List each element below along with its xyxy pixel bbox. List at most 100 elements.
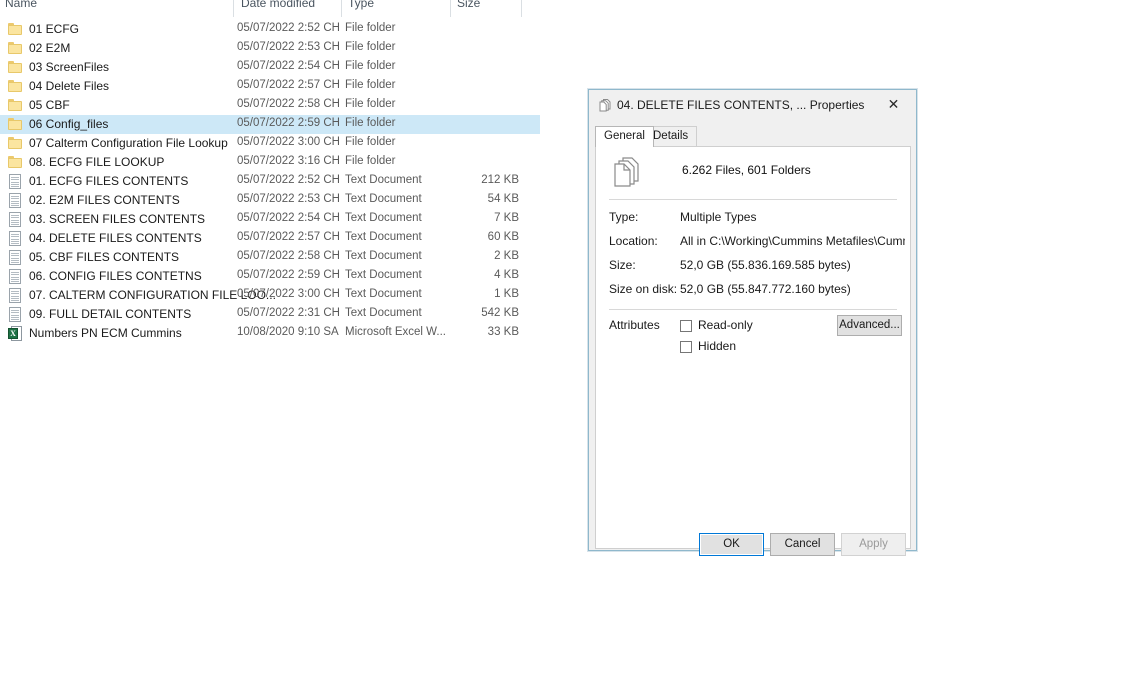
text-document-icon [8,231,24,246]
column-divider[interactable] [450,0,451,17]
file-type: File folder [345,117,396,129]
file-name: 01 ECFG [29,22,80,36]
cancel-button[interactable]: Cancel [770,533,835,556]
file-count-summary: 6.262 Files, 601 Folders [682,163,811,177]
table-row[interactable]: 03. SCREEN FILES CONTENTS 05/07/2022 2:54… [0,210,540,229]
text-document-icon [8,307,24,322]
dialog-tabs: General Details [595,126,911,147]
field-label: Size: [609,258,636,272]
field-label: Type: [609,210,639,224]
file-date-modified: 05/07/2022 2:58 CH [237,98,340,110]
table-row[interactable]: X Numbers PN ECM Cummins 10/08/2020 9:10 S… [0,324,540,343]
column-header-date-modified[interactable]: Date modified [241,0,315,10]
table-row[interactable]: 05. CBF FILES CONTENTS 05/07/2022 2:58 CH… [0,248,540,267]
table-row[interactable]: 02 E2M 05/07/2022 2:53 CH File folder [0,39,540,58]
field-value: All in C:\Working\Cummins Metafiles\Cumm… [680,234,905,248]
file-size: 54 KB [487,193,519,205]
file-date-modified: 05/07/2022 2:59 CH [237,269,340,281]
file-size: 542 KB [481,307,519,319]
table-row[interactable]: 01. ECFG FILES CONTENTS 05/07/2022 2:52 C… [0,172,540,191]
file-name: 08. ECFG FILE LOOKUP [29,155,165,169]
text-document-icon [8,193,24,208]
folder-icon [8,22,24,37]
table-row[interactable]: 07. CALTERM CONFIGURATION FILE LOO... 05/… [0,286,540,305]
table-row[interactable]: 04 Delete Files 05/07/2022 2:57 CH File fo… [0,77,540,96]
column-divider[interactable] [521,0,522,17]
file-name: 02. E2M FILES CONTENTS [29,193,180,207]
checkbox-box[interactable] [680,341,692,353]
table-row[interactable]: 06. CONFIG FILES CONTETNS 05/07/2022 2:59… [0,267,540,286]
column-header-type[interactable]: Type [348,0,374,10]
file-name: 05 CBF [29,98,70,112]
file-date-modified: 05/07/2022 3:16 CH [237,155,340,167]
file-list[interactable]: Name Date modified Type Size 01 ECFG 05/0… [0,0,540,345]
table-row[interactable]: 07 Calterm Configuration File Lookup 05/0… [0,134,540,153]
table-row[interactable]: 02. E2M FILES CONTENTS 05/07/2022 2:53 CH… [0,191,540,210]
field-type: Type: Multiple Types [596,210,912,229]
file-type: File folder [345,98,396,110]
folder-icon [8,79,24,94]
table-row[interactable]: 03 ScreenFiles 05/07/2022 2:54 CH File fol… [0,58,540,77]
file-size: 33 KB [487,326,519,338]
table-row[interactable]: 09. FULL DETAIL CONTENTS 05/07/2022 2:31 … [0,305,540,324]
file-date-modified: 05/07/2022 2:57 CH [237,79,340,91]
field-location: Location: All in C:\Working\Cummins Meta… [596,234,912,253]
tab-general[interactable]: General [595,126,654,147]
advanced-button[interactable]: Advanced... [837,315,902,336]
multiple-files-icon [598,98,613,113]
folder-icon [8,41,24,56]
file-name: 06 Config_files [29,117,109,131]
file-size: 60 KB [487,231,519,243]
file-type: File folder [345,60,396,72]
folder-icon [8,155,24,170]
column-header-name[interactable]: Name [5,0,37,10]
table-row[interactable]: 04. DELETE FILES CONTENTS 05/07/2022 2:57… [0,229,540,248]
file-type: File folder [345,136,396,148]
dialog-content-panel: 6.262 Files, 601 Folders Type: Multiple … [595,146,911,549]
checkbox-box[interactable] [680,320,692,332]
table-row[interactable]: 05 CBF 05/07/2022 2:58 CH File folder [0,96,540,115]
file-date-modified: 05/07/2022 2:53 CH [237,193,340,205]
ok-button[interactable]: OK [699,533,764,556]
file-type: File folder [345,22,396,34]
apply-button[interactable]: Apply [841,533,906,556]
file-name: 05. CBF FILES CONTENTS [29,250,180,264]
file-size: 7 KB [494,212,519,224]
folder-icon [8,98,24,113]
file-date-modified: 05/07/2022 3:00 CH [237,288,340,300]
text-document-icon [8,174,24,189]
file-name: 09. FULL DETAIL CONTENTS [29,307,192,321]
column-divider[interactable] [341,0,342,17]
file-name: 04 Delete Files [29,79,110,93]
file-date-modified: 05/07/2022 3:00 CH [237,136,340,148]
file-size: 4 KB [494,269,519,281]
file-date-modified: 05/07/2022 2:52 CH [237,174,340,186]
checkbox-label: Read-only [698,318,753,332]
file-name: 03. SCREEN FILES CONTENTS [29,212,206,226]
dialog-titlebar[interactable]: 04. DELETE FILES CONTENTS, ... Propertie… [589,90,916,120]
folder-icon [8,60,24,75]
table-row[interactable]: 08. ECFG FILE LOOKUP 05/07/2022 3:16 CH Fi… [0,153,540,172]
text-document-icon [8,269,24,284]
file-date-modified: 05/07/2022 2:53 CH [237,41,340,53]
file-date-modified: 05/07/2022 2:54 CH [237,60,340,72]
field-value: 52,0 GB (55.847.772.160 bytes) [680,282,851,296]
close-icon[interactable]: ✕ [871,90,916,118]
field-label: Size on disk: [609,282,678,296]
file-type: File folder [345,41,396,53]
file-name: 02 E2M [29,41,71,55]
column-divider[interactable] [233,0,234,17]
table-row[interactable]: 01 ECFG 05/07/2022 2:52 CH File folder [0,20,540,39]
file-date-modified: 10/08/2020 9:10 SA [237,326,339,338]
table-row[interactable]: 06 Config_files 05/07/2022 2:59 CH File fo… [0,115,540,134]
column-header-row: Name Date modified Type Size [0,0,540,18]
file-date-modified: 05/07/2022 2:59 CH [237,117,340,129]
divider [609,309,897,310]
field-size-on-disk: Size on disk: 52,0 GB (55.847.772.160 by… [596,282,912,301]
file-type: File folder [345,155,396,167]
file-size: 2 KB [494,250,519,262]
file-date-modified: 05/07/2022 2:58 CH [237,250,340,262]
column-header-size[interactable]: Size [457,0,480,10]
divider [609,199,897,200]
properties-dialog: 04. DELETE FILES CONTENTS, ... Propertie… [588,89,917,556]
